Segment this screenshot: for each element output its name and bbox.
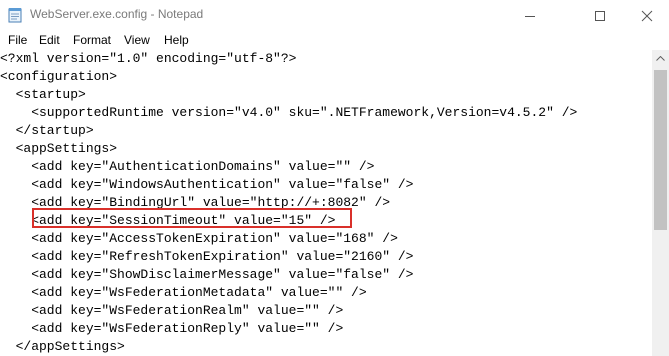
text-line: <?xml version="1.0" encoding="utf-8"?> <box>0 51 297 66</box>
menu-help[interactable]: Help <box>164 33 189 47</box>
scroll-thumb[interactable] <box>654 70 667 230</box>
notepad-icon <box>8 7 22 23</box>
title-bar[interactable]: WebServer.exe.config - Notepad <box>0 0 669 30</box>
menu-view[interactable]: View <box>124 33 150 47</box>
text-line: <supportedRuntime version="v4.0" sku=".N… <box>0 105 578 120</box>
text-line: <add key="WsFederationReply" value="" /> <box>0 321 344 336</box>
maximize-button[interactable] <box>577 0 623 30</box>
text-line: <startup> <box>0 87 86 102</box>
menu-file[interactable]: File <box>8 33 27 47</box>
text-line: <add key="RefreshTokenExpiration" value=… <box>0 249 414 264</box>
text-line: <add key="AccessTokenExpiration" value="… <box>0 231 398 246</box>
menu-bar: File Edit Format View Help <box>0 30 669 50</box>
menu-format[interactable]: Format <box>73 33 111 47</box>
minimize-button[interactable] <box>507 0 553 30</box>
vertical-scrollbar[interactable] <box>652 50 669 356</box>
close-button[interactable] <box>624 0 669 30</box>
text-line: <add key="WsFederationMetadata" value=""… <box>0 285 367 300</box>
text-line: <add key="WindowsAuthentication" value="… <box>0 177 414 192</box>
text-line: </appSettings> <box>0 339 125 354</box>
text-line: <configuration> <box>0 69 118 84</box>
text-line: <add key="AuthenticationDomains" value="… <box>0 159 375 174</box>
window-title: WebServer.exe.config - Notepad <box>30 7 204 21</box>
text-line: <appSettings> <box>0 141 118 156</box>
text-line: <add key="ShowDisclaimerMessage" value="… <box>0 267 414 282</box>
text-line: </startup> <box>0 123 94 138</box>
text-line: <add key="WsFederationRealm" value="" /> <box>0 303 344 318</box>
text-editor[interactable]: <?xml version="1.0" encoding="utf-8"?> <… <box>0 50 652 356</box>
notepad-window: WebServer.exe.config - Notepad File Edit… <box>0 0 669 356</box>
maximize-icon <box>595 11 605 21</box>
scroll-up-button[interactable] <box>652 50 669 67</box>
menu-edit[interactable]: Edit <box>39 33 60 47</box>
minimize-icon <box>525 16 535 17</box>
highlight-box <box>32 208 352 228</box>
close-icon <box>641 10 653 22</box>
chevron-up-icon <box>656 56 665 61</box>
